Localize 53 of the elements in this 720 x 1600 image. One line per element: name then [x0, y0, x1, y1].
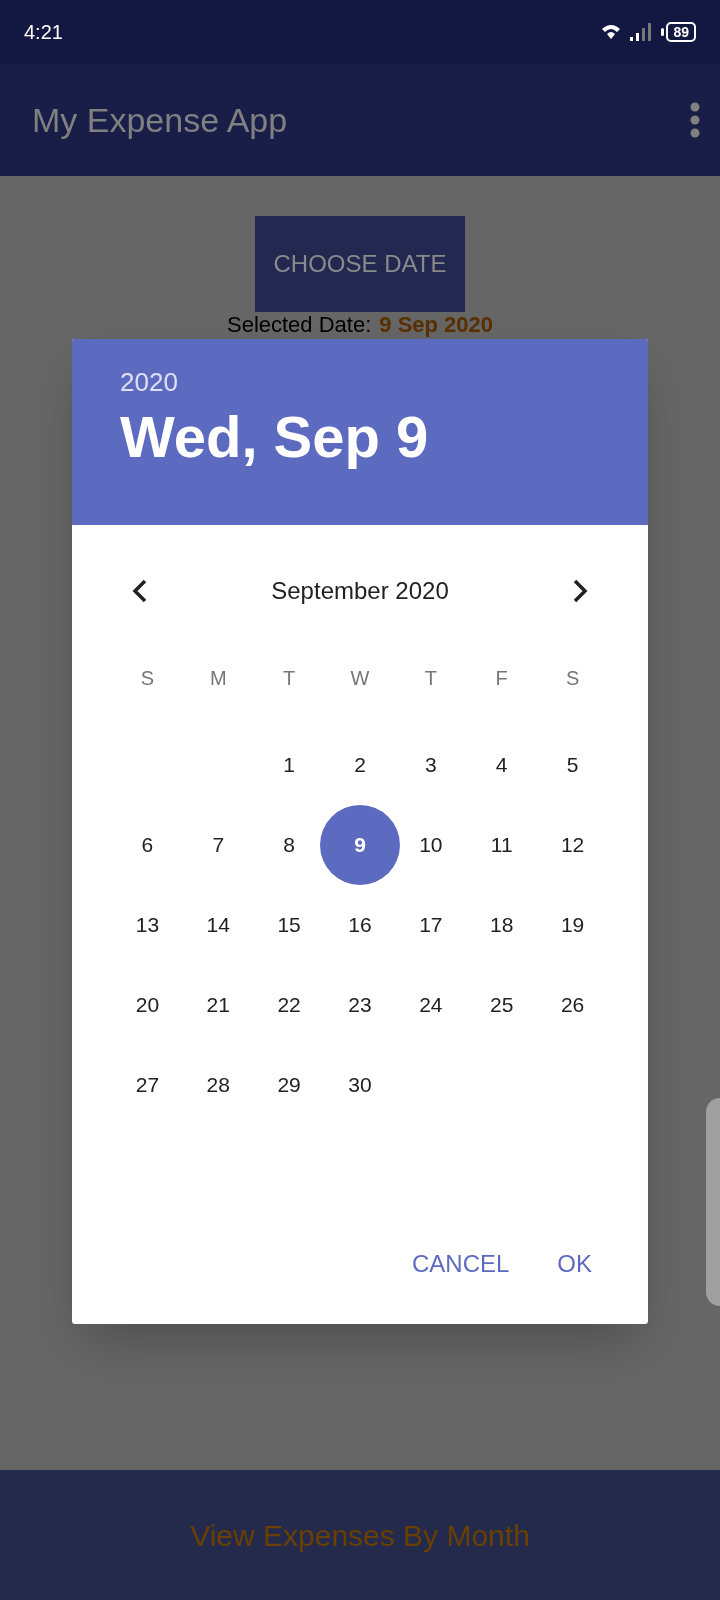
dialog-action-button[interactable]: OK	[537, 1240, 612, 1288]
signal-icon	[629, 22, 654, 42]
calendar-day[interactable]: 28	[188, 1055, 249, 1115]
calendar-day[interactable]: 6	[117, 815, 178, 875]
calendar-day[interactable]: 9	[320, 805, 400, 885]
selected-date-label: Selected Date:	[226, 312, 372, 338]
calendar-day[interactable]: 2	[330, 735, 390, 795]
calendar-day[interactable]: 29	[259, 1055, 320, 1115]
app-title: My Expense App	[32, 99, 288, 141]
weekday-label: W	[350, 666, 370, 691]
calendar-day[interactable]: 23	[330, 975, 390, 1035]
weekday-label: S	[565, 666, 580, 691]
weekday-label: F	[495, 666, 508, 691]
calendar-day[interactable]: 16	[330, 895, 390, 955]
calendar-day[interactable]: 24	[400, 975, 461, 1035]
month-title: September 2020	[271, 576, 449, 606]
calendar-day[interactable]: 11	[471, 815, 532, 875]
calendar-day[interactable]: 20	[117, 975, 178, 1035]
header-date[interactable]: Wed, Sep 9	[120, 402, 648, 472]
weekday-label: S	[140, 666, 155, 691]
header-year[interactable]: 2020	[120, 363, 648, 402]
calendar-day[interactable]: 26	[542, 975, 603, 1035]
dialog-action-button[interactable]: CANCEL	[391, 1240, 530, 1288]
calendar-day[interactable]: 7	[188, 815, 249, 875]
calendar-day[interactable]: 18	[471, 895, 532, 955]
choose-date-button[interactable]: CHOOSE DATE	[255, 216, 465, 312]
status-time: 4:21	[24, 20, 63, 45]
calendar-day[interactable]: 15	[259, 895, 320, 955]
calendar-day[interactable]: 1	[259, 735, 320, 795]
more-options-icon[interactable]	[690, 102, 700, 138]
calendar-day[interactable]: 13	[117, 895, 178, 955]
calendar-day[interactable]: 17	[400, 895, 461, 955]
calendar-day[interactable]: 10	[400, 815, 461, 875]
calendar-day[interactable]: 30	[330, 1055, 390, 1115]
next-month-icon[interactable]	[572, 579, 588, 603]
calendar-day[interactable]: 8	[259, 815, 320, 875]
wifi-icon	[601, 23, 622, 41]
calendar-day[interactable]: 4	[471, 735, 532, 795]
calendar-day[interactable]: 12	[542, 815, 603, 875]
calendar-day[interactable]: 3	[400, 735, 461, 795]
previous-month-icon[interactable]	[132, 579, 148, 603]
calendar-day[interactable]: 19	[542, 895, 603, 955]
calendar-day[interactable]: 21	[188, 975, 249, 1035]
calendar-day[interactable]: 27	[117, 1055, 178, 1115]
battery-level: 89	[666, 22, 696, 42]
calendar-day[interactable]: 25	[471, 975, 532, 1035]
weekday-label: T	[283, 666, 296, 691]
weekday-label: M	[209, 666, 227, 691]
calendar-day[interactable]: 5	[542, 735, 603, 795]
calendar-day[interactable]: 14	[188, 895, 249, 955]
calendar-day[interactable]: 22	[259, 975, 320, 1035]
selected-date-value: 9 Sep 2020	[379, 312, 494, 338]
weekday-label: T	[424, 666, 437, 691]
